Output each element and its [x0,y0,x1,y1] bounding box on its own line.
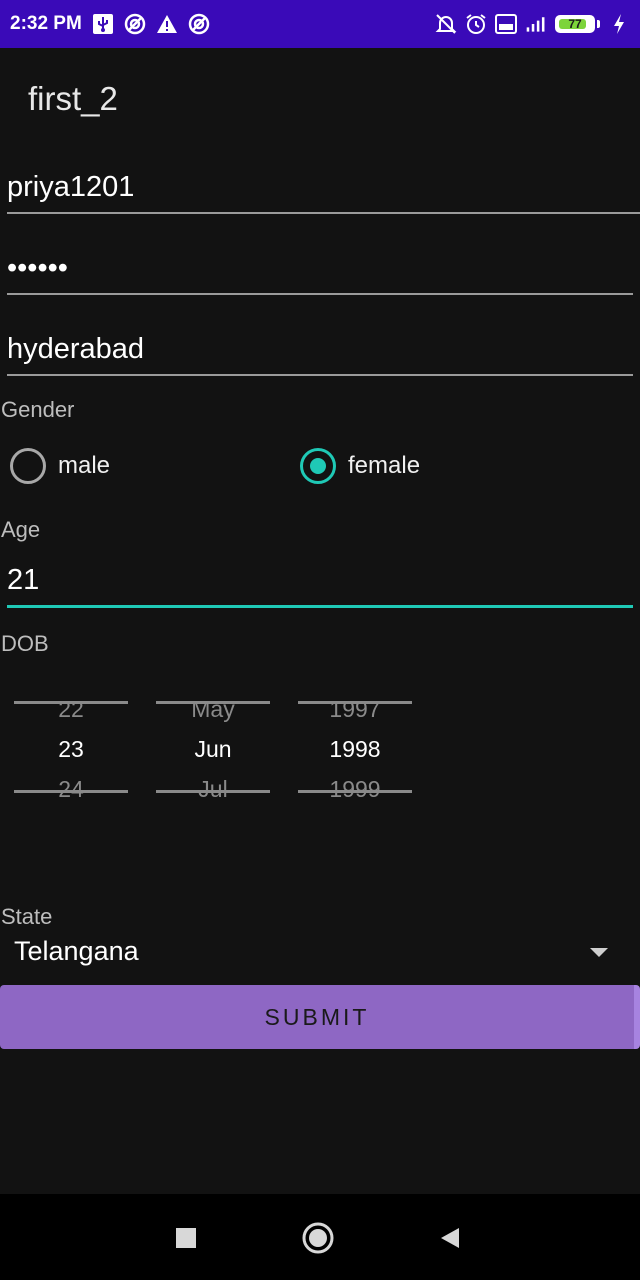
age-field[interactable]: 21 [7,560,633,608]
radio-male[interactable]: male [10,448,110,484]
year-divider-top [298,701,412,704]
username-value: priya1201 [7,171,135,203]
submit-button[interactable]: SUBMIT [0,985,640,1049]
dob-date-picker: 22 23 24 May Jun Jul 1997 1998 1999 [0,690,640,810]
year-next[interactable]: 1999 [298,776,412,803]
navigation-bar [0,1194,640,1280]
recents-square-icon[interactable] [170,1222,202,1254]
radio-female-circle[interactable] [300,448,336,484]
radio-male-circle[interactable] [10,448,46,484]
month-picker[interactable]: May Jun Jul [156,690,270,810]
dropdown-arrow-icon[interactable] [590,948,608,957]
sync-icon [188,13,210,35]
back-triangle-icon[interactable] [434,1222,466,1254]
status-left: 2:32 PM [10,13,210,35]
month-selected[interactable]: Jun [156,736,270,763]
status-time: 2:32 PM [10,13,82,34]
city-value: hyderabad [7,333,145,365]
radio-male-label: male [58,452,111,479]
app-title: first_2 [28,80,118,117]
day-next[interactable]: 24 [14,776,128,803]
city-field[interactable]: hyderabad [7,328,633,376]
signal-icon [525,13,547,35]
password-field[interactable]: •••••• [7,247,633,295]
gender-label: Gender [1,397,75,422]
year-picker[interactable]: 1997 1998 1999 [298,690,412,810]
charging-icon [608,13,630,35]
month-divider-top [156,701,270,704]
bell-off-icon [435,13,457,35]
volte-icon [495,13,517,35]
home-circle-icon[interactable] [302,1222,334,1254]
warning-icon [156,13,178,35]
battery-cap [597,20,600,28]
status-bar: 2:32 PM 77 [0,0,640,48]
password-value: •••••• [7,252,68,284]
dob-label: DOB [1,631,49,656]
alarm-icon [465,13,487,35]
radio-female[interactable]: female [300,448,420,484]
state-spinner[interactable]: Telangana [14,936,614,976]
gender-radio-group: male female [10,448,630,490]
month-next[interactable]: Jul [156,776,270,803]
state-label: State [1,904,53,929]
age-value: 21 [7,564,40,596]
day-divider-top [14,701,128,704]
year-selected[interactable]: 1998 [298,736,412,763]
state-value: Telangana [14,936,139,966]
day-selected[interactable]: 23 [14,736,128,763]
app-screen: 2:32 PM 77 first_2 priya1201 •••••• hyde… [0,0,640,1280]
battery-level: 77 [568,17,582,31]
sync-icon [124,13,146,35]
radio-female-label: female [348,452,421,479]
username-field[interactable]: priya1201 [7,166,640,214]
usb-icon [92,13,114,35]
battery-icon: 77 [555,15,595,33]
status-right: 77 [435,13,630,35]
day-picker[interactable]: 22 23 24 [14,690,128,810]
age-label: Age [1,517,41,542]
